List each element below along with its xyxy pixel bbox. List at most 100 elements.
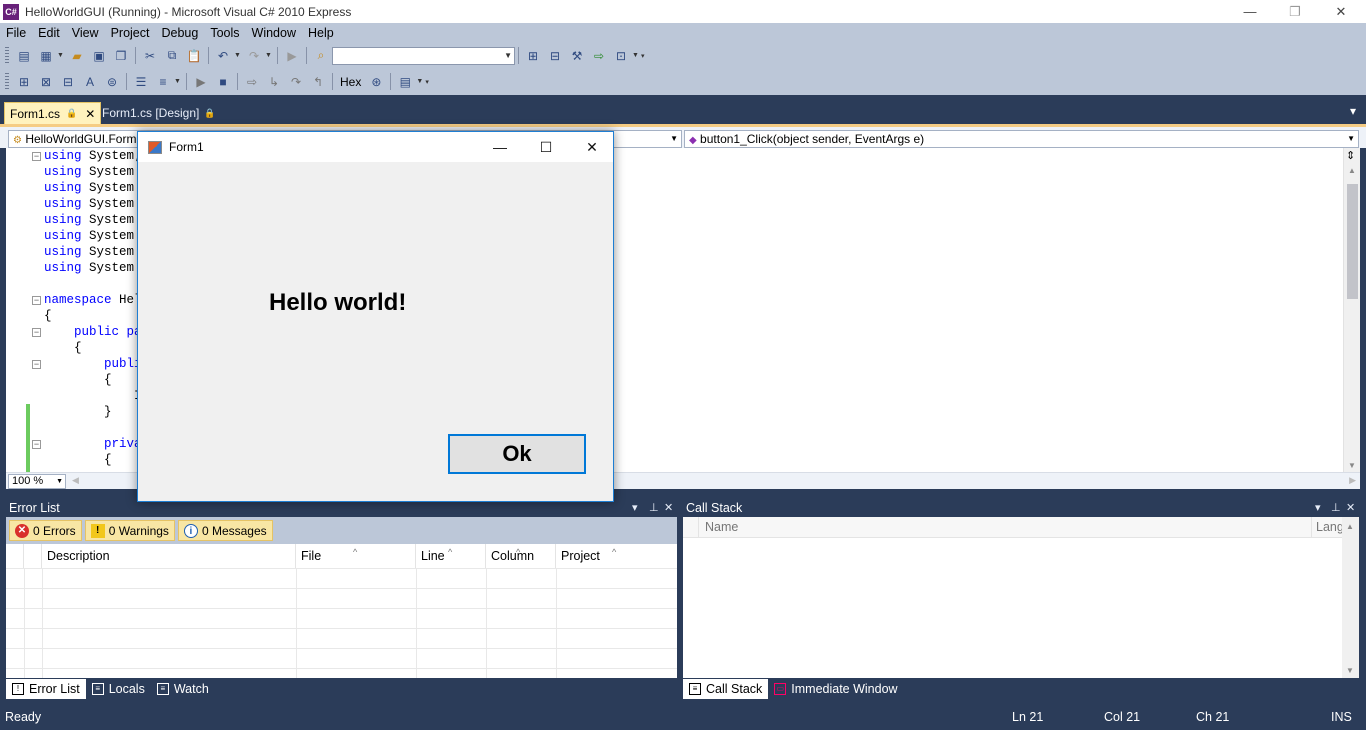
menu-file[interactable]: File xyxy=(0,23,32,43)
find-in-files-icon[interactable]: ⌕ xyxy=(311,47,331,65)
close-button[interactable]: ✕ xyxy=(1318,0,1364,23)
col-category[interactable] xyxy=(6,544,24,568)
breakpoints-icon[interactable]: ⊛ xyxy=(366,73,386,91)
step-into-icon[interactable]: ↳ xyxy=(264,73,284,91)
scroll-thumb[interactable] xyxy=(1347,184,1358,299)
col-column[interactable]: Column ^ xyxy=(486,544,556,568)
form1-maximize-button[interactable]: ☐ xyxy=(523,132,569,162)
output-window-icon[interactable]: ▤ xyxy=(395,73,415,91)
close-pane-icon[interactable]: ✕ xyxy=(664,500,673,517)
ok-button[interactable]: Ok xyxy=(448,434,586,474)
fold-collapse-icon[interactable]: − xyxy=(32,360,41,369)
fold-collapse-icon[interactable]: − xyxy=(32,152,41,161)
members-icon[interactable]: ⊟ xyxy=(58,73,78,91)
menu-edit[interactable]: Edit xyxy=(32,23,66,43)
open-file-icon[interactable]: ▰ xyxy=(67,47,87,65)
start-page-icon[interactable]: ⊡ xyxy=(611,47,631,65)
redo-icon[interactable]: ↷ xyxy=(244,47,264,65)
pin-icon[interactable]: ⊥ xyxy=(1331,500,1341,517)
pin-icon[interactable]: ⊥ xyxy=(649,500,659,517)
stop-debugging-icon[interactable]: ■ xyxy=(213,73,233,91)
tab-call-stack[interactable]: ≡ Call Stack xyxy=(683,679,769,699)
form1-close-button[interactable]: ✕ xyxy=(569,132,615,162)
col-description[interactable]: Description xyxy=(42,544,296,568)
col-name[interactable]: Name xyxy=(705,520,738,534)
error-list-grid[interactable]: Description File ^ Line ^ Column ^ Project ^ xyxy=(6,544,677,678)
scroll-down-icon[interactable]: ▼ xyxy=(1346,666,1354,675)
step-out-icon[interactable]: ↰ xyxy=(308,73,328,91)
menu-view[interactable]: View xyxy=(66,23,105,43)
toolbar-grip[interactable] xyxy=(5,47,9,64)
window-position-icon[interactable]: ▾ xyxy=(1315,500,1321,517)
outdent-icon[interactable]: ≡ xyxy=(153,73,173,91)
copy-icon[interactable]: ⧉ xyxy=(162,47,182,65)
chevron-down-icon[interactable]: ▼ xyxy=(57,52,64,59)
continue-icon[interactable]: ▶ xyxy=(191,73,211,91)
font-icon[interactable]: A xyxy=(80,73,100,91)
start-debugging-icon[interactable]: ▶ xyxy=(282,47,302,65)
fold-collapse-icon[interactable]: − xyxy=(32,296,41,305)
col-project[interactable]: Project ^ xyxy=(556,544,677,568)
close-tab-icon[interactable]: ✕ xyxy=(85,107,95,121)
tab-error-list[interactable]: ! Error List xyxy=(6,679,86,699)
scroll-up-icon[interactable]: ▲ xyxy=(1346,522,1354,531)
menu-window[interactable]: Window xyxy=(246,23,302,43)
form1-titlebar[interactable]: Form1 — ☐ ✕ xyxy=(138,132,613,162)
toolbox-icon[interactable]: ⚒ xyxy=(567,47,587,65)
solution-explorer-icon[interactable]: ⊞ xyxy=(523,47,543,65)
form1-minimize-button[interactable]: — xyxy=(477,132,523,162)
fold-collapse-icon[interactable]: − xyxy=(32,440,41,449)
chevron-down-icon[interactable]: ▼ xyxy=(265,52,272,59)
output-icon[interactable]: ⇨ xyxy=(589,47,609,65)
editor-vertical-scrollbar[interactable]: ⇕ ▲ ▼ xyxy=(1343,148,1360,472)
col-indicator[interactable] xyxy=(683,517,699,538)
call-stack-scrollbar[interactable]: ▲ ▼ xyxy=(1342,517,1359,678)
chevron-down-icon[interactable]: ▼ xyxy=(174,78,181,85)
menu-debug[interactable]: Debug xyxy=(155,23,204,43)
minimize-button[interactable]: — xyxy=(1227,0,1273,23)
comment-icon[interactable]: ⊜ xyxy=(102,73,122,91)
tab-locals[interactable]: ≡ Locals xyxy=(86,679,151,699)
tab-immediate-window[interactable]: ▭ Immediate Window xyxy=(768,679,903,699)
properties-icon[interactable]: ⊟ xyxy=(545,47,565,65)
menu-tools[interactable]: Tools xyxy=(204,23,245,43)
menu-project[interactable]: Project xyxy=(105,23,156,43)
tab-form1-design[interactable]: Form1.cs [Design] 🔒 xyxy=(97,102,221,124)
scroll-right-icon[interactable]: ▶ xyxy=(1349,475,1356,486)
window-position-icon[interactable]: ▾ xyxy=(632,500,638,517)
tab-form1-cs[interactable]: Form1.cs 🔒 ✕ xyxy=(4,102,102,124)
save-icon[interactable]: ▣ xyxy=(89,47,109,65)
member-combo[interactable]: ◆ button1_Click(object sender, EventArgs… xyxy=(684,130,1359,148)
save-all-icon[interactable]: ❐ xyxy=(111,47,131,65)
col-line[interactable]: Line ^ xyxy=(416,544,486,568)
step-over-icon[interactable]: ↷ xyxy=(286,73,306,91)
scroll-left-icon[interactable]: ◀ xyxy=(72,475,79,486)
hex-toggle[interactable]: Hex xyxy=(340,75,361,89)
show-next-statement-icon[interactable]: ⇨ xyxy=(242,73,262,91)
warnings-filter-button[interactable]: ! 0 Warnings xyxy=(84,520,175,541)
toolbar-options-icon[interactable]: ▾ xyxy=(425,78,432,86)
tab-watch[interactable]: ≡ Watch xyxy=(151,679,215,699)
class-view-icon[interactable]: ⊞ xyxy=(14,73,34,91)
col-file[interactable]: File ^ xyxy=(296,544,416,568)
split-handle-icon[interactable]: ⇕ xyxy=(1346,149,1355,162)
call-stack-grid[interactable]: Name Lang ▲ ▼ xyxy=(683,517,1359,678)
toolbar-options-icon[interactable]: ▾ xyxy=(641,52,648,60)
col-language[interactable]: Lang xyxy=(1316,520,1344,534)
find-combo[interactable]: ▼ xyxy=(332,46,515,65)
chevron-down-icon[interactable]: ▼ xyxy=(632,52,639,59)
zoom-combo[interactable]: 100 % ▼ xyxy=(8,474,66,489)
paste-icon[interactable]: 📋 xyxy=(184,47,204,65)
messages-filter-button[interactable]: i 0 Messages xyxy=(177,520,273,541)
undo-icon[interactable]: ↶ xyxy=(213,47,233,65)
col-order[interactable] xyxy=(24,544,42,568)
fold-collapse-icon[interactable]: − xyxy=(32,328,41,337)
indent-icon[interactable]: ☰ xyxy=(131,73,151,91)
object-browser-icon[interactable]: ⊠ xyxy=(36,73,56,91)
add-item-icon[interactable]: ▦ xyxy=(36,47,56,65)
chevron-down-icon[interactable]: ▼ xyxy=(234,52,241,59)
scroll-up-icon[interactable]: ▲ xyxy=(1348,166,1356,175)
menu-help[interactable]: Help xyxy=(302,23,340,43)
scroll-down-icon[interactable]: ▼ xyxy=(1348,461,1356,470)
close-pane-icon[interactable]: ✕ xyxy=(1346,500,1355,517)
